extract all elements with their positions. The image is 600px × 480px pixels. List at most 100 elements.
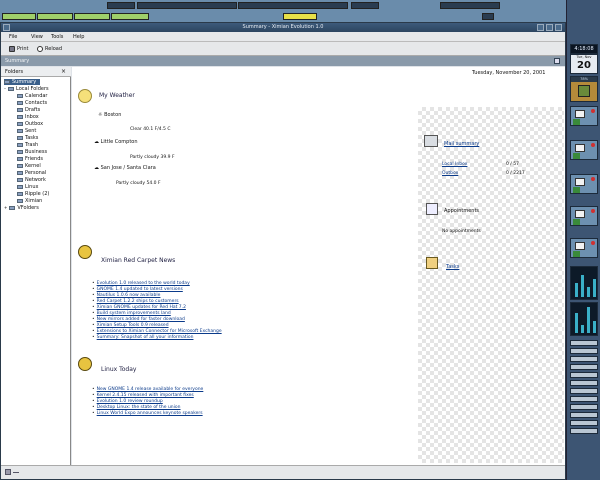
tasks-icon xyxy=(17,136,23,140)
sidebar-item-summary[interactable]: Summary xyxy=(4,79,41,85)
sidebar-close-icon[interactable]: × xyxy=(61,67,66,77)
sidebar-item-sent[interactable]: Sent xyxy=(17,128,36,134)
sidebar-item-network[interactable]: Network xyxy=(17,177,46,183)
window-menu-button[interactable] xyxy=(3,24,10,31)
expander-icon[interactable]: + xyxy=(4,205,7,211)
bullet-icon: • xyxy=(92,393,95,398)
online-status-icon[interactable] xyxy=(5,469,11,475)
task-button[interactable] xyxy=(238,2,348,9)
news-link[interactable]: Summary: Snapshot of all your informatio… xyxy=(97,335,194,340)
tasks-link[interactable]: Tasks xyxy=(446,264,459,270)
news-link[interactable]: Ximian GNOME updates for Red Hat 7.2 xyxy=(97,305,186,310)
news-link[interactable]: Nautilus 1.0.6 now available xyxy=(97,293,161,298)
location-close-icon[interactable] xyxy=(554,58,560,64)
workspace-5[interactable] xyxy=(570,238,598,258)
print-button[interactable]: Print xyxy=(9,45,29,53)
news-link[interactable]: New GNOME 1.4 release available for ever… xyxy=(97,387,204,392)
dock-launcher[interactable] xyxy=(570,404,598,410)
sidebar-item-inbox[interactable]: Inbox xyxy=(17,114,39,120)
pager-button[interactable] xyxy=(107,2,135,9)
evolution-window: Summary - Ximian Evolution 1.0 File View… xyxy=(0,22,566,480)
mail-summary-link[interactable]: Mail summary xyxy=(444,141,479,147)
sidebar-item-business[interactable]: Business xyxy=(17,149,47,155)
memory-load-meter[interactable] xyxy=(570,302,598,336)
apm-applet[interactable]: 78% xyxy=(570,76,598,102)
menu-help[interactable]: Help xyxy=(73,33,84,41)
mail-folder-link[interactable]: Local Inbox xyxy=(442,162,467,167)
battery-level: 78% xyxy=(571,77,597,82)
news-link[interactable]: GNOME 1.4 updated to latest versions xyxy=(97,287,183,292)
sidebar-item-drafts[interactable]: Drafts xyxy=(17,107,40,113)
contacts-icon xyxy=(17,101,23,105)
clock-applet[interactable]: 4:18:08 xyxy=(570,44,598,54)
dock-launcher[interactable] xyxy=(570,356,598,362)
sidebar-item-ximian[interactable]: Ximian xyxy=(17,198,42,204)
dock-launcher[interactable] xyxy=(570,420,598,426)
workspace-2[interactable] xyxy=(570,140,598,160)
sidebar-item-tasks[interactable]: Tasks xyxy=(17,135,38,141)
bullet-icon: • xyxy=(92,405,95,410)
dock-launcher[interactable] xyxy=(570,380,598,386)
workspace-4[interactable] xyxy=(570,206,598,226)
news-link[interactable]: Desktop Linux: the state of the union xyxy=(97,405,181,410)
mail-folder-link[interactable]: Outbox xyxy=(442,171,458,176)
news-item[interactable]: • Summary: Snapshot of all your informati… xyxy=(92,335,193,341)
dock-launcher[interactable] xyxy=(570,348,598,354)
expander-icon[interactable]: – xyxy=(4,86,6,92)
date-applet[interactable]: Tue, Nov 20 xyxy=(570,54,598,74)
news-link[interactable]: Evolution 1.0 review roundup xyxy=(97,399,163,404)
task-button[interactable] xyxy=(137,2,237,9)
task-button[interactable] xyxy=(440,2,500,9)
task-button[interactable] xyxy=(351,2,379,9)
dock-launcher[interactable] xyxy=(570,428,598,434)
news-link[interactable]: Kernel 2.4.15 released with important fi… xyxy=(97,393,194,398)
task-button-active[interactable] xyxy=(2,13,36,20)
dock-launcher[interactable] xyxy=(570,412,598,418)
workspace-1[interactable] xyxy=(570,106,598,126)
sidebar-item-ripple[interactable]: Ripple (2) xyxy=(17,191,49,197)
dock-launcher[interactable] xyxy=(570,388,598,394)
news-link[interactable]: Evolution 1.0 released to the world toda… xyxy=(97,281,190,286)
news-link[interactable]: New mirrors added for faster download xyxy=(97,317,185,322)
sidebar-item-calendar[interactable]: Calendar xyxy=(17,93,47,99)
news-link[interactable]: Ximian Setup Tools 0.9 released xyxy=(97,323,169,328)
task-button[interactable] xyxy=(37,13,73,20)
menu-tools[interactable]: Tools xyxy=(51,33,63,41)
workspace-3[interactable] xyxy=(570,174,598,194)
cpu-load-meter[interactable] xyxy=(570,266,598,300)
summary-view: Tuesday, November 20, 2001 My Weather ☼ … xyxy=(72,67,565,465)
close-button[interactable] xyxy=(555,24,562,31)
dock-launcher[interactable] xyxy=(570,340,598,346)
news-icon xyxy=(78,357,92,371)
sidebar-item-vfolders[interactable]: + VFolders xyxy=(4,205,39,211)
news-link[interactable]: Extensions to Ximian Connector for Micro… xyxy=(97,329,222,334)
folder-icon xyxy=(9,206,16,210)
task-button[interactable] xyxy=(74,13,110,20)
menu-view[interactable]: View xyxy=(31,33,43,41)
minimize-button[interactable] xyxy=(537,24,544,31)
sidebar-item-personal[interactable]: Personal xyxy=(17,170,46,176)
task-button[interactable] xyxy=(283,13,317,20)
window-titlebar[interactable]: Summary - Ximian Evolution 1.0 xyxy=(1,23,565,32)
reload-button[interactable]: Reload xyxy=(37,45,62,53)
menubar: File View Tools Help xyxy=(1,32,565,42)
sidebar-item-kernel[interactable]: Kernel xyxy=(17,163,41,169)
maximize-button[interactable] xyxy=(546,24,553,31)
news-link[interactable]: Linux World Expo announces keynote speak… xyxy=(97,411,203,416)
news-item[interactable]: • Linux World Expo announces keynote spea… xyxy=(92,411,203,417)
calendar-icon xyxy=(426,203,438,215)
dock-launcher[interactable] xyxy=(570,372,598,378)
sidebar-item-trash[interactable]: Trash xyxy=(17,142,38,148)
news-link[interactable]: Red Carpet 1.2.2 ships to customers xyxy=(97,299,179,304)
news-link[interactable]: Build system improvements land xyxy=(97,311,171,316)
dock-launcher[interactable] xyxy=(570,364,598,370)
sidebar-item-local-folders[interactable]: – Local Folders xyxy=(4,86,49,92)
task-button[interactable] xyxy=(111,13,149,20)
expand-button[interactable] xyxy=(482,13,494,20)
sidebar-item-contacts[interactable]: Contacts xyxy=(17,100,47,106)
dock-launcher[interactable] xyxy=(570,396,598,402)
sidebar-item-outbox[interactable]: Outbox xyxy=(17,121,43,127)
menu-file[interactable]: File xyxy=(9,33,17,41)
sidebar-item-friends[interactable]: Friends xyxy=(17,156,43,162)
sidebar-item-linux[interactable]: Linux xyxy=(17,184,38,190)
